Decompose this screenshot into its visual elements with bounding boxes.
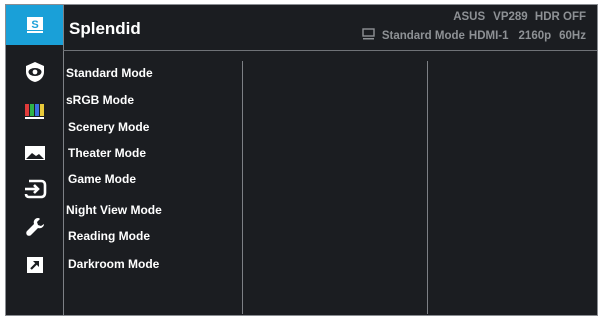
- model-label: VP289: [493, 11, 528, 23]
- sidebar-item-splendid[interactable]: S: [6, 5, 63, 45]
- brand-label: ASUS: [453, 11, 486, 23]
- hdr-status: HDR OFF: [534, 11, 586, 23]
- splendid-icon: S: [6, 10, 63, 40]
- monitor-icon: [362, 28, 375, 43]
- sidebar-divider: [63, 5, 64, 315]
- current-input: HDMI-1: [468, 29, 509, 42]
- header-divider: [63, 50, 597, 51]
- sidebar: S: [6, 5, 63, 315]
- menu-item-scenery-mode[interactable]: Scenery Mode: [68, 120, 238, 134]
- column-divider-1: [242, 61, 243, 314]
- osd-window: S Splendid ASUS VP289 HDR OFF Standard M…: [5, 4, 598, 316]
- image-icon[interactable]: [6, 138, 63, 168]
- menu-item-theater-mode[interactable]: Theater Mode: [68, 146, 238, 160]
- page-title: Splendid: [69, 19, 141, 38]
- model-info: ASUS VP289 HDR OFF: [453, 11, 586, 23]
- menu-item-darkroom-mode[interactable]: Darkroom Mode: [68, 257, 238, 271]
- splendid-badge: S: [31, 19, 38, 31]
- current-resolution: 2160p: [518, 29, 552, 42]
- menu-item-game-mode[interactable]: Game Mode: [68, 172, 238, 186]
- menu-item-reading-mode[interactable]: Reading Mode: [68, 229, 238, 243]
- status-info: Standard Mode HDMI-1 2160p 60Hz: [362, 28, 586, 43]
- column-divider-2: [427, 61, 428, 314]
- shortcut-icon[interactable]: [6, 250, 63, 280]
- eye-care-icon[interactable]: [6, 57, 63, 87]
- menu-item-srgb-mode[interactable]: sRGB Mode: [66, 93, 236, 107]
- wrench-icon[interactable]: [6, 212, 63, 242]
- menu-item-night-view-mode[interactable]: Night View Mode: [66, 203, 236, 217]
- current-refresh: 60Hz: [559, 29, 586, 42]
- color-bars-icon[interactable]: [6, 96, 63, 126]
- input-select-icon[interactable]: [6, 174, 63, 204]
- menu-item-standard-mode[interactable]: Standard Mode: [66, 66, 236, 80]
- current-mode: Standard Mode: [381, 29, 465, 42]
